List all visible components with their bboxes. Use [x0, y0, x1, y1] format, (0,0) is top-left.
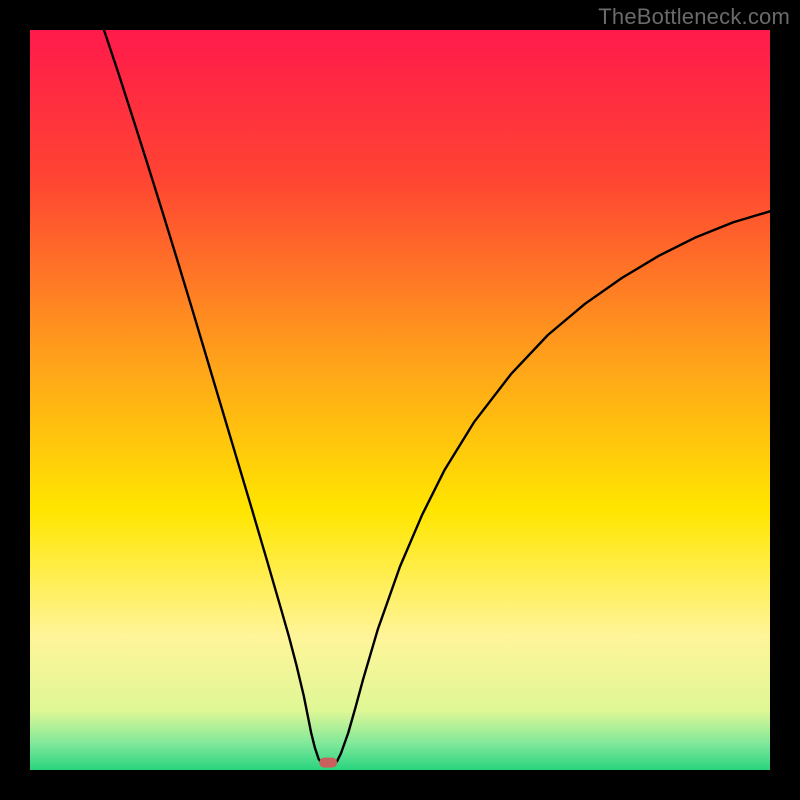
- bottleneck-chart: [0, 0, 800, 800]
- chart-frame: TheBottleneck.com: [0, 0, 800, 800]
- chart-marker: [319, 758, 337, 768]
